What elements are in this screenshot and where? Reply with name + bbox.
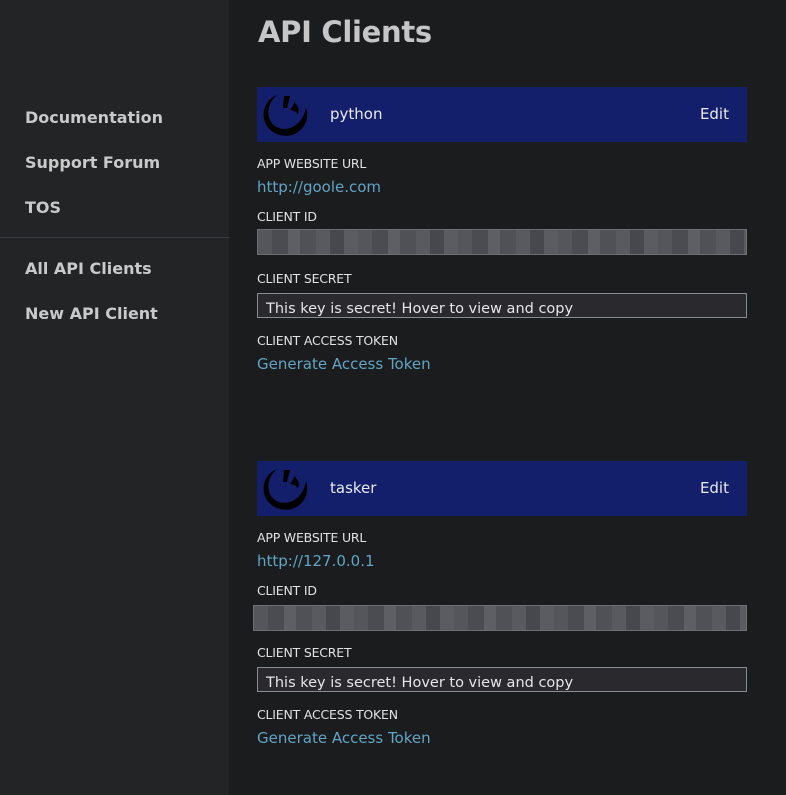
client-secret-label: CLIENT SECRET — [257, 271, 352, 286]
sidebar-link-all-api-clients[interactable]: All API Clients — [25, 259, 152, 278]
client-id-label: CLIENT ID — [257, 209, 317, 224]
page-title: API Clients — [258, 15, 432, 49]
client-card: tasker Edit APP WEBSITE URL http://127.0… — [253, 461, 747, 761]
client-card-header: python Edit — [257, 87, 747, 142]
sidebar-divider — [0, 237, 229, 238]
website-url-label: APP WEBSITE URL — [257, 156, 367, 171]
client-name: tasker — [330, 479, 377, 497]
client-id-value-redacted[interactable] — [253, 605, 747, 631]
main-content: API Clients python Edit APP WEBSITE URL … — [229, 0, 786, 795]
genius-logo-icon — [263, 95, 308, 136]
edit-client-button[interactable]: Edit — [700, 105, 729, 123]
access-token-label: CLIENT ACCESS TOKEN — [257, 333, 398, 348]
website-url-link[interactable]: http://goole.com — [257, 178, 381, 196]
client-id-value-redacted[interactable] — [257, 229, 747, 255]
sidebar-link-tos[interactable]: TOS — [25, 198, 61, 217]
client-card-header: tasker Edit — [257, 461, 747, 516]
sidebar-link-support-forum[interactable]: Support Forum — [25, 153, 160, 172]
sidebar-link-new-api-client[interactable]: New API Client — [25, 304, 158, 323]
generate-access-token-link[interactable]: Generate Access Token — [257, 355, 431, 373]
website-url-label: APP WEBSITE URL — [257, 530, 367, 545]
client-secret-field[interactable]: This key is secret! Hover to view and co… — [257, 293, 747, 318]
website-url-link[interactable]: http://127.0.0.1 — [257, 552, 375, 570]
edit-client-button[interactable]: Edit — [700, 479, 729, 497]
sidebar: Documentation Support Forum TOS All API … — [0, 0, 229, 795]
client-name: python — [330, 105, 383, 123]
client-secret-label: CLIENT SECRET — [257, 645, 352, 660]
client-secret-field[interactable]: This key is secret! Hover to view and co… — [257, 667, 747, 692]
access-token-label: CLIENT ACCESS TOKEN — [257, 707, 398, 722]
client-id-label: CLIENT ID — [257, 583, 317, 598]
client-card: python Edit APP WEBSITE URL http://goole… — [257, 87, 747, 387]
genius-logo-icon — [263, 469, 308, 510]
generate-access-token-link[interactable]: Generate Access Token — [257, 729, 431, 747]
sidebar-link-documentation[interactable]: Documentation — [25, 108, 163, 127]
